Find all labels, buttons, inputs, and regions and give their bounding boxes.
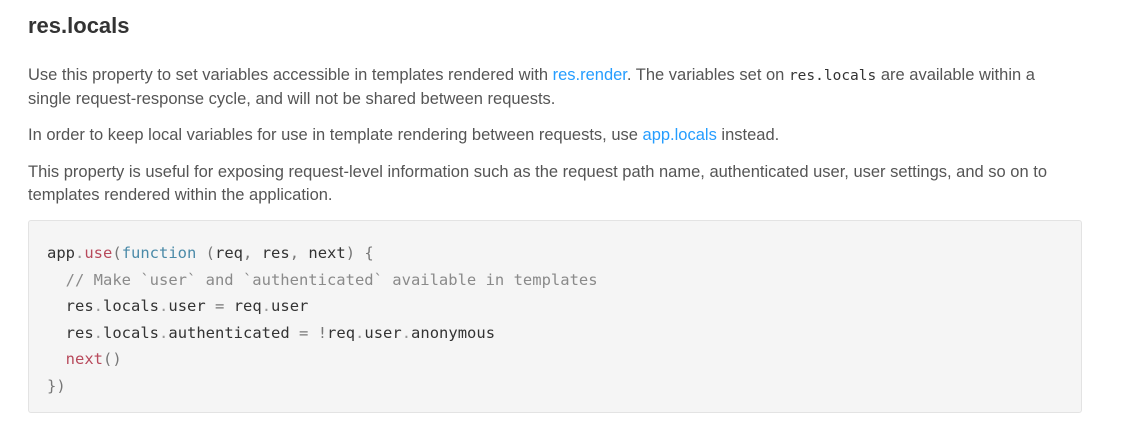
code-token: next [308,244,346,262]
code-line-5: next() [47,346,598,373]
paragraph-text: . The variables set on [626,66,789,84]
code-token: ! [317,323,328,342]
code-line-4: res.locals.authenticated = !req.user.ano… [47,320,598,347]
code-token: user [271,297,309,315]
code-listing: app.use(function (req, res, next) { // M… [47,240,598,399]
code-token: function [121,244,197,262]
code-token: use [84,244,113,262]
code-token: app [47,244,75,262]
code-token: anonymous [411,323,496,342]
paragraph-app-locals: In order to keep local variables for use… [28,124,1082,147]
code-token: . [93,323,104,342]
code-token: . [355,323,365,342]
code-token: , [289,244,309,262]
code-token: ( [196,244,216,262]
code-token: locals [103,297,160,315]
code-line-2: // Make `user` and `authenticated` avail… [47,270,598,289]
code-token: authenticated [168,323,290,342]
code-token: ) { [345,244,374,262]
code-token: , [243,244,262,262]
code-line-3: res.locals.user = req.user [47,293,598,320]
code-token: . [75,244,85,262]
code-token: res [65,297,94,315]
paragraph-intro: Use this property to set variables acces… [28,64,1082,111]
code-token: . [401,323,412,342]
code-token: . [159,323,169,342]
code-line-1: app.use(function (req, res, next) { [47,240,598,267]
code-token: = [205,297,234,315]
res-render-link[interactable]: res.render [553,66,627,84]
code-token: user [168,297,206,315]
code-line-6: }) [47,376,66,395]
section-heading: res.locals [28,13,130,38]
code-token: next [65,350,103,368]
paragraph-text: Use this property to set variables acces… [28,66,553,84]
code-block: app.use(function (req, res, next) { // M… [28,220,1082,413]
code-token: . [93,297,104,315]
code-token: () [103,350,122,368]
paragraph-text: In order to keep local variables for use… [28,126,643,144]
code-token: . [261,297,272,315]
app-locals-link[interactable]: app.locals [643,126,717,144]
code-token: res [261,244,290,262]
code-token: user [364,323,402,342]
paragraph-text: instead. [716,126,780,144]
code-token: res [65,323,94,342]
code-token: ( [112,244,122,262]
code-token: = [289,323,318,342]
code-token: locals [103,323,160,342]
code-token: req [327,323,356,342]
inline-code: res.locals [788,68,877,84]
code-token: req [215,244,244,262]
code-token: req [233,297,262,315]
code-token: . [159,297,169,315]
paragraph-usage: This property is useful for exposing req… [28,163,1047,204]
